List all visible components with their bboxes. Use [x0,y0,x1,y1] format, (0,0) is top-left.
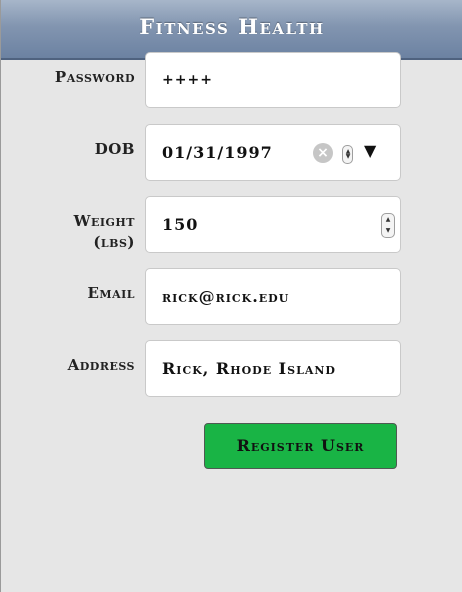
dob-field[interactable]: 01/31/1997 × ▲ ▼ ▼ [145,124,401,181]
dropdown-triangle-icon[interactable]: ▼ [364,141,376,161]
weight-spinner-icon[interactable]: ▲ ▼ [381,213,395,238]
dob-spinner-icon[interactable]: ▲ ▼ [342,145,353,164]
weight-field[interactable]: 150 ▲ ▼ [145,196,401,253]
address-label: Address [67,356,135,374]
app-title: Fitness Health [139,14,325,39]
email-value: rick@rick.edu [162,287,290,306]
dob-value: 01/31/1997 [162,143,273,162]
clear-circle-icon[interactable]: × [313,143,333,163]
register-user-button[interactable]: Register User [204,423,397,469]
weight-label: Weight (lbs) [74,211,135,253]
weight-value: 150 [162,215,199,234]
password-label: Password [54,68,135,86]
header-bar: Fitness Health [1,0,462,60]
weight-label-line2: (lbs) [93,233,135,251]
app-frame: Fitness Health Password ++++ DOB 01/31/1… [0,0,462,592]
password-field[interactable]: ++++ [145,52,401,108]
password-value: ++++ [162,72,213,88]
email-field[interactable]: rick@rick.edu [145,268,401,325]
address-value: Rick, Rhode Island [162,359,336,378]
dob-label: DOB [94,140,135,158]
email-label: Email [87,284,135,302]
address-field[interactable]: Rick, Rhode Island [145,340,401,397]
weight-label-line1: Weight [73,212,135,230]
